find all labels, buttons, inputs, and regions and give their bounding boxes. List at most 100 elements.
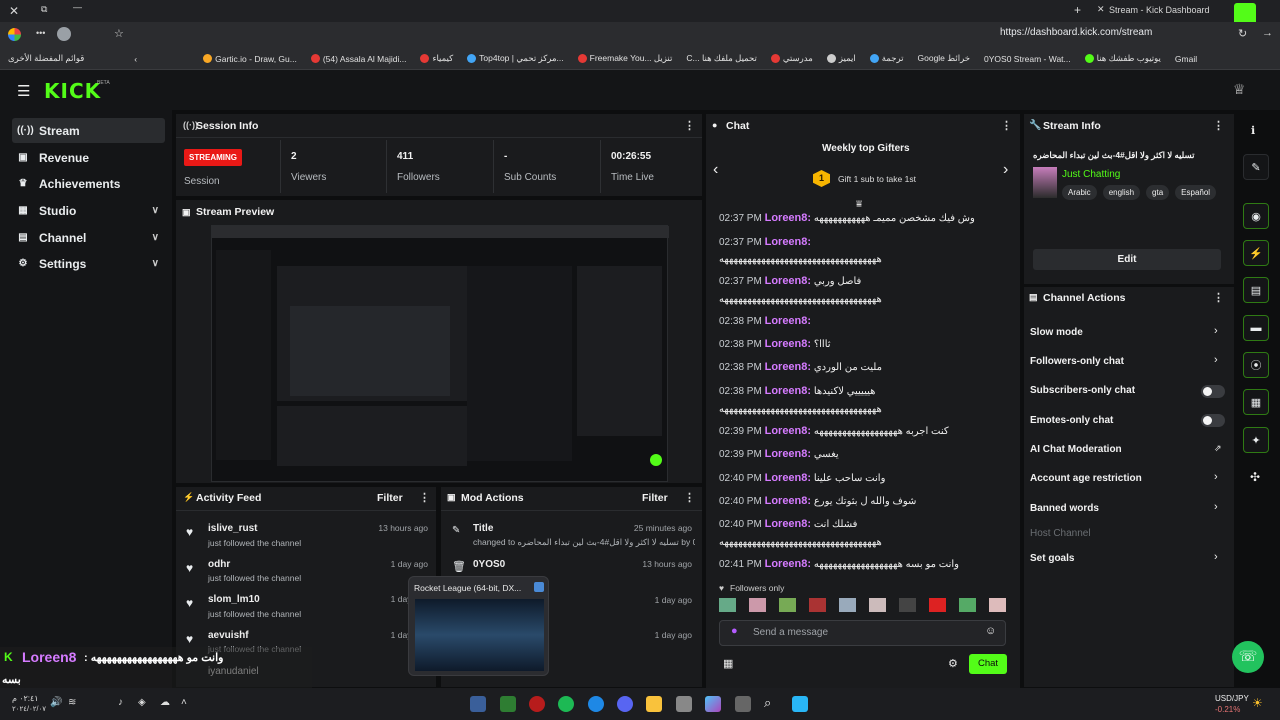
- reload-icon[interactable]: ↻: [1238, 27, 1247, 40]
- bookmark-item[interactable]: Gartic.io - Draw, Gu...: [203, 54, 297, 64]
- hamburger-menu-icon[interactable]: ☰: [17, 82, 30, 100]
- more-options-icon[interactable]: ⋮: [684, 119, 695, 132]
- chevron-right-icon[interactable]: ›: [1214, 325, 1218, 337]
- tag-item[interactable]: gta: [1146, 185, 1170, 200]
- gear-icon[interactable]: ⚙: [948, 657, 958, 670]
- rocket-league-taskbar-icon[interactable]: [470, 696, 486, 712]
- browser-logo-icon[interactable]: [8, 28, 21, 41]
- tray-icon[interactable]: ◈: [138, 697, 146, 708]
- sidebar-item-channel[interactable]: ▤ Channel ∨: [12, 225, 165, 250]
- windows-start-icon[interactable]: [792, 696, 808, 712]
- chat-input-placeholder[interactable]: Send a message: [753, 627, 828, 638]
- copilot-icon[interactable]: [705, 696, 721, 712]
- trophy-icon[interactable]: ♕: [1233, 81, 1246, 98]
- support-chat-icon[interactable]: ☏: [1232, 641, 1264, 673]
- pencil-icon[interactable]: ✎: [1243, 154, 1269, 180]
- microphone-icon[interactable]: ♪: [118, 697, 123, 708]
- bookmark-item[interactable]: ترجمة: [869, 53, 904, 64]
- followers-only-item[interactable]: Followers-only chat: [1030, 356, 1124, 367]
- emote-icon[interactable]: [719, 598, 736, 612]
- sidebar-item-revenue[interactable]: ▣ Revenue: [12, 145, 165, 170]
- chevron-left-icon[interactable]: ‹: [713, 161, 718, 179]
- emote-icon[interactable]: [899, 598, 916, 612]
- chat-username[interactable]: Loreen8:: [765, 495, 811, 507]
- more-options-icon[interactable]: ⋮: [1213, 119, 1224, 132]
- emote-icon[interactable]: [989, 598, 1006, 612]
- set-goals-item[interactable]: Set goals: [1030, 553, 1074, 564]
- sidebar-item-achievements[interactable]: ♛ Achievements: [12, 171, 165, 196]
- edit-button[interactable]: Edit: [1033, 249, 1221, 270]
- chevron-right-icon[interactable]: ›: [1214, 501, 1218, 513]
- active-tab-title[interactable]: Stream - Kick Dashboard: [1109, 5, 1210, 15]
- emote-icon[interactable]: [779, 598, 796, 612]
- chat-username[interactable]: Loreen8:: [765, 236, 811, 248]
- emote-icon[interactable]: [869, 598, 886, 612]
- lightning-icon[interactable]: ⚡: [1243, 240, 1269, 266]
- play-icon[interactable]: [500, 696, 516, 712]
- emote-icon[interactable]: [809, 598, 826, 612]
- more-options-icon[interactable]: ⋮: [684, 491, 695, 504]
- ai-moderation-item[interactable]: AI Chat Moderation: [1030, 444, 1122, 455]
- emote-icon[interactable]: [749, 598, 766, 612]
- emote-icon[interactable]: [959, 598, 976, 612]
- more-options-icon[interactable]: ⋮: [419, 491, 430, 504]
- spotify-icon[interactable]: [558, 696, 574, 712]
- chat-username[interactable]: Loreen8:: [765, 338, 811, 350]
- puzzle-icon[interactable]: ✣: [1250, 470, 1260, 484]
- bookmark-item[interactable]: Google خرائط: [918, 53, 971, 64]
- gift-icon[interactable]: ▦: [723, 657, 733, 670]
- cloud-icon[interactable]: ☁: [160, 697, 170, 708]
- sidebar-item-stream[interactable]: ((·)) Stream: [12, 118, 165, 143]
- profile-icon[interactable]: [57, 27, 71, 41]
- folder-icon[interactable]: [646, 696, 662, 712]
- task-view-icon[interactable]: [735, 696, 751, 712]
- tag-item[interactable]: Arabic: [1062, 185, 1097, 200]
- chevron-left-icon[interactable]: ‹: [134, 54, 137, 64]
- chat-username[interactable]: Loreen8:: [765, 558, 811, 570]
- follower-name[interactable]: odhr: [208, 559, 230, 570]
- store-icon[interactable]: [676, 696, 692, 712]
- tab-close-icon[interactable]: ✕: [1097, 4, 1105, 15]
- window-icon[interactable]: ⧉: [41, 4, 47, 15]
- wrench-icon[interactable]: ✦: [1243, 427, 1269, 453]
- sidebar-item-studio[interactable]: ▦ Studio ∨: [12, 198, 165, 223]
- url-field[interactable]: https://dashboard.kick.com/stream: [1000, 27, 1152, 38]
- bookmark-item[interactable]: مدرستي: [770, 53, 813, 64]
- category-thumbnail[interactable]: [1033, 167, 1057, 198]
- chat-username[interactable]: Loreen8:: [765, 425, 811, 437]
- taskbar-preview[interactable]: Rocket League (64-bit, DX...: [408, 576, 549, 676]
- category-link[interactable]: Just Chatting: [1062, 169, 1120, 180]
- edge-icon[interactable]: [588, 696, 604, 712]
- bookmark-item[interactable]: قوائم المفضلة الأخرى: [8, 53, 84, 64]
- close-window-icon[interactable]: ✕: [9, 4, 19, 18]
- account-age-item[interactable]: Account age restriction: [1030, 473, 1142, 484]
- new-tab-icon[interactable]: +: [1074, 3, 1081, 17]
- minimize-icon[interactable]: —: [73, 2, 82, 12]
- bookmark-item[interactable]: كيمياء: [420, 53, 453, 64]
- follower-name[interactable]: islive_rust: [208, 523, 257, 534]
- stream-video[interactable]: [211, 225, 669, 482]
- tag-item[interactable]: english: [1102, 185, 1141, 200]
- subscribers-only-toggle[interactable]: [1201, 385, 1225, 398]
- chat-username[interactable]: Loreen8:: [765, 518, 811, 530]
- follower-name[interactable]: aevuishf: [208, 630, 249, 641]
- chevron-right-icon[interactable]: ›: [1214, 354, 1218, 366]
- bookmark-item[interactable]: (54) Assala Al Majidi...: [310, 54, 406, 64]
- emoji-icon[interactable]: ☺: [985, 625, 996, 637]
- broadcast-icon[interactable]: ⦿: [1243, 352, 1269, 378]
- chevron-right-icon[interactable]: ›: [1214, 551, 1218, 563]
- chat-send-button[interactable]: Chat: [969, 654, 1007, 674]
- follower-name[interactable]: slom_lm10: [208, 594, 260, 605]
- kick-logo[interactable]: KICK: [44, 79, 101, 103]
- chat-username[interactable]: Loreen8:: [765, 448, 811, 460]
- bookmark-item[interactable]: Freemake You... تنزيل: [577, 53, 672, 64]
- chat-username[interactable]: Loreen8:: [765, 385, 811, 397]
- chat-username[interactable]: Loreen8:: [765, 315, 811, 327]
- search-icon[interactable]: ⌕: [764, 695, 771, 711]
- external-link-icon[interactable]: ⇗: [1214, 443, 1222, 454]
- info-icon[interactable]: ℹ: [1251, 124, 1255, 137]
- discord-icon[interactable]: [617, 696, 633, 712]
- back-arrow-icon[interactable]: →: [1262, 27, 1273, 39]
- chat-bubble-icon[interactable]: ▬: [1243, 315, 1269, 341]
- chat-username[interactable]: Loreen8:: [765, 472, 811, 484]
